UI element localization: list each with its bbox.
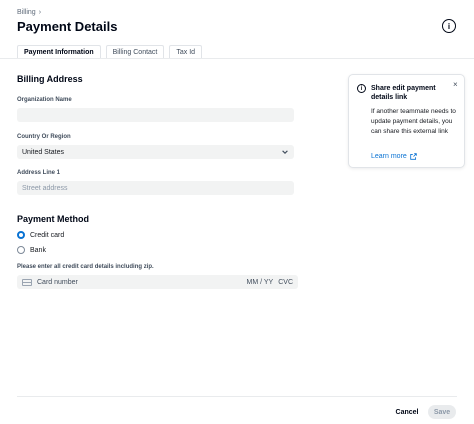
radio-bank[interactable]: Bank bbox=[17, 246, 46, 254]
footer-divider bbox=[17, 396, 457, 397]
country-label: Country Or Region bbox=[17, 134, 71, 140]
card-helper-text: Please enter all credit card details inc… bbox=[17, 264, 154, 270]
radio-bank-control[interactable] bbox=[17, 246, 25, 254]
tab-divider bbox=[0, 58, 474, 59]
credit-card-icon bbox=[22, 278, 32, 286]
country-select-value: United States bbox=[22, 148, 65, 156]
billing-address-heading: Billing Address bbox=[17, 74, 83, 84]
organization-name-input[interactable] bbox=[17, 108, 294, 122]
radio-credit-card-label: Credit card bbox=[30, 231, 65, 239]
learn-more-link[interactable]: Learn more bbox=[371, 153, 417, 160]
address-line-1-label: Address Line 1 bbox=[17, 170, 61, 176]
share-link-panel: i Share edit payment details link × If a… bbox=[348, 74, 465, 168]
radio-bank-label: Bank bbox=[30, 246, 46, 254]
tab-tax-id[interactable]: Tax Id bbox=[169, 45, 203, 59]
country-select[interactable]: United States bbox=[17, 145, 294, 159]
external-link-icon bbox=[410, 153, 417, 160]
tab-list: Payment Information Billing Contact Tax … bbox=[17, 45, 203, 59]
info-icon[interactable]: i bbox=[442, 19, 456, 33]
card-expiry-placeholder: MM / YY bbox=[246, 278, 274, 286]
card-number-placeholder: Card number bbox=[37, 278, 78, 286]
panel-body: If another teammate needs to update paym… bbox=[371, 108, 456, 135]
save-button[interactable]: Save bbox=[428, 405, 456, 419]
breadcrumb: Billing › bbox=[17, 9, 41, 16]
learn-more-label: Learn more bbox=[371, 153, 407, 160]
info-icon: i bbox=[357, 84, 366, 93]
page-title: Payment Details bbox=[17, 19, 118, 34]
breadcrumb-billing[interactable]: Billing bbox=[17, 9, 36, 16]
chevron-down-icon bbox=[282, 150, 288, 154]
radio-credit-card[interactable]: Credit card bbox=[17, 231, 64, 239]
card-input[interactable]: Card number MM / YY CVC bbox=[17, 275, 298, 289]
panel-title: Share edit payment details link bbox=[371, 85, 436, 101]
tab-payment-information[interactable]: Payment Information bbox=[17, 45, 101, 59]
radio-credit-card-control[interactable] bbox=[17, 231, 25, 239]
breadcrumb-separator: › bbox=[38, 9, 42, 16]
organization-name-label: Organization Name bbox=[17, 97, 72, 103]
cancel-button[interactable]: Cancel bbox=[390, 405, 424, 419]
payment-method-heading: Payment Method bbox=[17, 214, 90, 224]
card-cvc-placeholder: CVC bbox=[278, 278, 293, 286]
address-line-1-input[interactable]: Street address bbox=[17, 181, 294, 195]
tab-billing-contact[interactable]: Billing Contact bbox=[105, 45, 165, 59]
close-icon[interactable]: × bbox=[453, 80, 458, 89]
